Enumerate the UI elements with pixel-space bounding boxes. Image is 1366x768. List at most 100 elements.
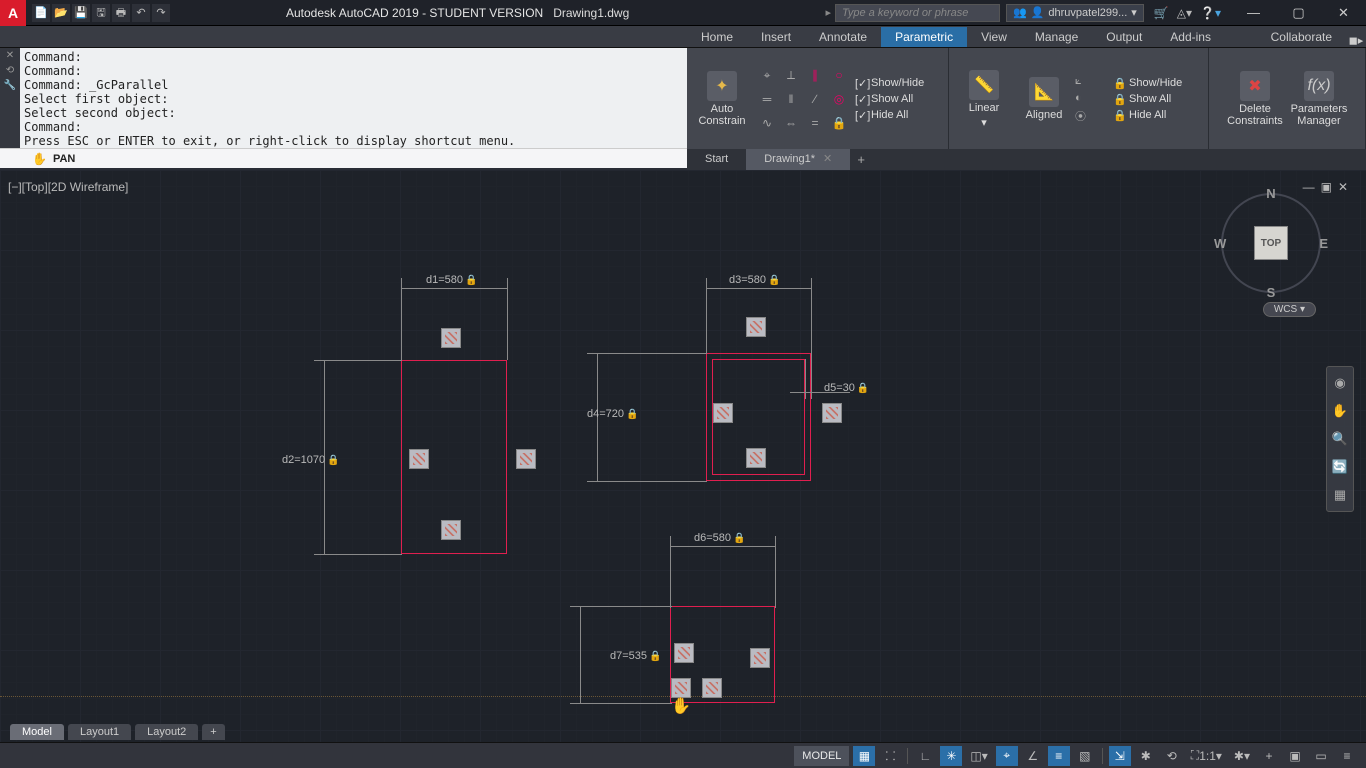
tab-parametric[interactable]: Parametric (881, 27, 967, 47)
polar-toggle-icon[interactable]: ✳ (940, 746, 962, 766)
layout2-tab[interactable]: Layout2 (135, 724, 198, 740)
viewcube-s[interactable]: S (1267, 285, 1276, 300)
close-icon[interactable]: ✕ (823, 153, 832, 165)
dim-showhide-button[interactable]: 🔒Show/Hide (1113, 77, 1182, 89)
doc-tab-start[interactable]: Start (687, 149, 746, 170)
snap-toggle-icon[interactable]: ⸬ (879, 746, 901, 766)
constraint-marker[interactable] (441, 328, 461, 348)
geom-showall-button[interactable]: [✓]Show All (855, 93, 924, 105)
qat-open-icon[interactable]: 📂 (52, 4, 70, 22)
annotation-visibility-icon[interactable]: ✱ (1135, 746, 1157, 766)
wcs-selector[interactable]: WCS ▾ (1263, 302, 1316, 317)
modelspace-toggle[interactable]: MODEL (794, 746, 849, 766)
smooth-icon[interactable]: ∿ (757, 113, 777, 133)
layout-add-tab[interactable]: + (202, 724, 224, 740)
tab-view[interactable]: View (967, 27, 1021, 47)
constraint-marker[interactable] (674, 643, 694, 663)
maximize-button[interactable]: ▢ (1276, 0, 1321, 26)
customize-icon[interactable]: ≡ (1336, 746, 1358, 766)
tab-output[interactable]: Output (1092, 27, 1156, 47)
isolate-objects-icon[interactable]: ▣ (1284, 746, 1306, 766)
qat-redo-icon[interactable]: ↷ (152, 4, 170, 22)
clean-screen-icon[interactable]: ▭ (1310, 746, 1332, 766)
annotation-scale[interactable]: ⛶ 1:1 ▾ (1187, 746, 1226, 766)
osnap-toggle-icon[interactable]: ⌖ (996, 746, 1018, 766)
symmetric-icon[interactable]: ⇔ (781, 113, 801, 133)
parameters-manager-button[interactable]: f(x) Parameters Manager (1290, 61, 1348, 137)
constraint-marker[interactable] (750, 648, 770, 668)
tab-home[interactable]: Home (687, 27, 747, 47)
nav-showmotion-icon[interactable]: ▦ (1334, 487, 1346, 503)
horizontal-icon[interactable]: ═ (757, 89, 777, 109)
tab-addins[interactable]: Add-ins (1156, 27, 1225, 47)
transparency-icon[interactable]: ▧ (1074, 746, 1096, 766)
viewport-label[interactable]: [−][Top][2D Wireframe] (8, 180, 128, 194)
app-logo[interactable]: A (0, 0, 26, 26)
lineweight-icon[interactable]: ≡ (1048, 746, 1070, 766)
doc-tab-add[interactable]: + (850, 152, 872, 167)
nav-orbit-icon[interactable]: 🔄 (1332, 459, 1348, 475)
cmd-close-icon[interactable]: ✕ (6, 50, 14, 61)
command-input[interactable]: ✋ PAN (0, 148, 687, 168)
equal-icon[interactable]: = (805, 113, 825, 133)
collinear-icon[interactable]: ∕ (805, 89, 825, 109)
tangent-icon[interactable]: ○ (829, 65, 849, 85)
cmd-recent-icon[interactable]: ⟲ (6, 65, 14, 76)
constraint-marker[interactable] (671, 678, 691, 698)
constraint-marker[interactable] (746, 448, 766, 468)
constraint-marker[interactable] (702, 678, 722, 698)
search-input[interactable]: Type a keyword or phrase (835, 4, 1000, 22)
otrack-icon[interactable]: ∠ (1022, 746, 1044, 766)
tab-collaborate[interactable]: Collaborate (1257, 27, 1346, 47)
viewcube-w[interactable]: W (1214, 236, 1226, 251)
geom-showhide-button[interactable]: [✓]Show/Hide (855, 77, 924, 89)
vp-close-icon[interactable]: ✕ (1338, 180, 1348, 194)
qat-new-icon[interactable]: 📄 (32, 4, 50, 22)
tab-annotate[interactable]: Annotate (805, 27, 881, 47)
dim-d7-label[interactable]: d7=535🔒 (610, 650, 661, 662)
viewcube-n[interactable]: N (1266, 186, 1275, 201)
dim-d2-label[interactable]: d2=1070🔒 (282, 454, 340, 466)
dim-hideall-button[interactable]: 🔒Hide All (1113, 109, 1182, 121)
search-arrow-icon[interactable]: ▸ (825, 6, 831, 19)
minimize-button[interactable]: — (1231, 0, 1276, 26)
grid-toggle-icon[interactable]: ▦ (853, 746, 875, 766)
dim-d4-label[interactable]: d4=720🔒 (587, 408, 638, 420)
help-icon[interactable]: ❔▾ (1200, 6, 1221, 20)
annotation-monitor-icon[interactable]: + (1258, 746, 1280, 766)
tab-insert[interactable]: Insert (747, 27, 805, 47)
dim-angular-icon[interactable]: ⟀ (1075, 75, 1107, 88)
delete-constraints-button[interactable]: ✖ Delete Constraints (1226, 61, 1284, 137)
ortho-toggle-icon[interactable]: ∟ (914, 746, 936, 766)
user-menu[interactable]: 👥 👤 dhruvpatel299... ▾ (1006, 4, 1144, 22)
constraint-marker[interactable] (516, 449, 536, 469)
concentric-icon[interactable]: ◎ (829, 89, 849, 109)
dim-diameter-icon[interactable]: ⦿ (1075, 108, 1107, 124)
dim-radius-icon[interactable]: ◐ (1075, 92, 1107, 104)
tab-manage[interactable]: Manage (1021, 27, 1092, 47)
featured-apps-icon[interactable]: ◼▸ (1346, 34, 1366, 47)
drawing-viewport[interactable]: [−][Top][2D Wireframe] — ▣ ✕ N S E W TOP… (0, 170, 1366, 742)
isodraft-icon[interactable]: ◫▾ (966, 746, 991, 766)
coincident-icon[interactable]: ⌖ (757, 65, 777, 85)
dim-d3-label[interactable]: d3=580🔒 (729, 274, 780, 286)
auto-constrain-button[interactable]: ✦ Auto Constrain (693, 61, 751, 137)
doc-tab-drawing1[interactable]: Drawing1*✕ (746, 149, 850, 170)
viewcube[interactable]: N S E W TOP (1216, 188, 1326, 298)
nav-wheel-icon[interactable]: ◉ (1334, 375, 1345, 391)
aligned-button[interactable]: 📐 Aligned (1019, 61, 1069, 137)
qat-undo-icon[interactable]: ↶ (132, 4, 150, 22)
model-tab[interactable]: Model (10, 724, 64, 740)
geom-hideall-button[interactable]: [✓]Hide All (855, 109, 924, 121)
nav-zoom-icon[interactable]: 🔍 (1332, 431, 1348, 447)
dim-d6-label[interactable]: d6=580🔒 (694, 532, 745, 544)
selection-cycling-icon[interactable]: ⇲ (1109, 746, 1131, 766)
cmd-settings-icon[interactable]: 🔧 (4, 80, 16, 91)
dim-d5-label[interactable]: d5=30🔒 (824, 382, 869, 394)
linear-button[interactable]: 📏 Linear▾ (955, 61, 1013, 137)
dim-showall-button[interactable]: 🔒Show All (1113, 93, 1182, 105)
qat-plot-icon[interactable]: 🖶 (112, 4, 130, 22)
cart-icon[interactable]: 🛒 (1154, 6, 1169, 20)
workspace-switch-icon[interactable]: ✱▾ (1230, 746, 1254, 766)
vertical-icon[interactable]: ‖ (781, 89, 801, 109)
